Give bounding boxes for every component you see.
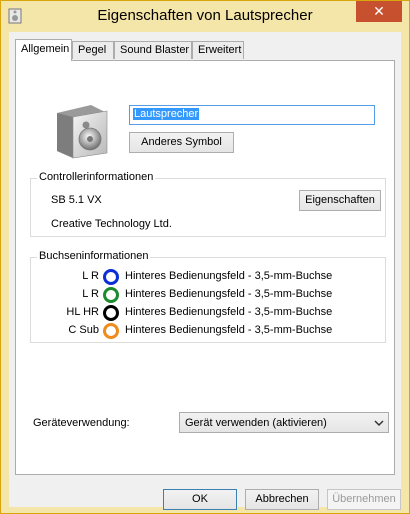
tab-pegel[interactable]: Pegel <box>72 41 114 59</box>
jack-location: Hinteres Bedienungsfeld - 3,5-mm-Buchse <box>125 324 333 336</box>
device-name-input[interactable]: Lautsprecher <box>129 105 375 125</box>
tab-erweitert[interactable]: Erweitert <box>192 41 244 59</box>
device-name-value: Lautsprecher <box>133 108 200 120</box>
title-bar[interactable]: Eigenschaften von Lautsprecher ✕ <box>1 1 409 32</box>
jack-channels: L R <box>82 288 99 300</box>
jack-channels: L R <box>82 270 99 282</box>
ok-button[interactable]: OK <box>163 489 237 510</box>
controller-properties-button[interactable]: Eigenschaften <box>299 190 381 211</box>
tab-panel-allgemein: Lautsprecher Anderes Symbol Controllerin… <box>15 60 395 475</box>
change-icon-button[interactable]: Anderes Symbol <box>129 132 234 153</box>
window-title: Eigenschaften von Lautsprecher <box>97 7 313 24</box>
device-usage-select[interactable]: Gerät verwenden (aktivieren) <box>179 412 389 433</box>
jack-info-label: Buchseninformationen <box>37 250 151 262</box>
controller-device-name: SB 5.1 VX <box>51 194 102 206</box>
apply-button[interactable]: Übernehmen <box>327 489 401 510</box>
jack-location: Hinteres Bedienungsfeld - 3,5-mm-Buchse <box>125 306 333 318</box>
device-usage-value: Gerät verwenden (aktivieren) <box>185 417 327 429</box>
speaker-icon <box>57 105 108 159</box>
jack-channels: C Sub <box>68 324 99 336</box>
jack-color-icon <box>103 323 119 339</box>
tab-allgemein[interactable]: Allgemein <box>15 39 72 61</box>
chevron-down-icon <box>374 420 384 427</box>
jack-location: Hinteres Bedienungsfeld - 3,5-mm-Buchse <box>125 288 333 300</box>
controller-manufacturer: Creative Technology Ltd. <box>51 218 172 230</box>
close-icon: ✕ <box>373 3 385 19</box>
jack-color-icon <box>103 287 119 303</box>
jack-row: HL HR Hinteres Bedienungsfeld - 3,5-mm-B… <box>39 304 369 322</box>
cancel-button[interactable]: Abbrechen <box>245 489 319 510</box>
jack-row: L R Hinteres Bedienungsfeld - 3,5-mm-Buc… <box>39 268 369 286</box>
jack-row: C Sub Hinteres Bedienungsfeld - 3,5-mm-B… <box>39 322 369 340</box>
device-usage-label: Geräteverwendung: <box>33 417 130 429</box>
jack-location: Hinteres Bedienungsfeld - 3,5-mm-Buchse <box>125 270 333 282</box>
jack-color-icon <box>103 305 119 321</box>
properties-window: Eigenschaften von Lautsprecher ✕ Allgeme… <box>0 0 410 514</box>
jack-row: L R Hinteres Bedienungsfeld - 3,5-mm-Buc… <box>39 286 369 304</box>
tab-sound-blaster[interactable]: Sound Blaster <box>114 41 192 59</box>
jack-info-group: Buchseninformationen L R Hinteres Bedien… <box>30 250 386 343</box>
dialog-client: Allgemein Pegel Sound Blaster Erweitert <box>9 32 401 510</box>
controller-info-label: Controllerinformationen <box>37 171 156 183</box>
jack-channels: HL HR <box>66 306 99 318</box>
close-button[interactable]: ✕ <box>356 1 402 22</box>
controller-info-group: Controllerinformationen SB 5.1 VX Creati… <box>30 171 386 237</box>
jack-color-icon <box>103 269 119 285</box>
